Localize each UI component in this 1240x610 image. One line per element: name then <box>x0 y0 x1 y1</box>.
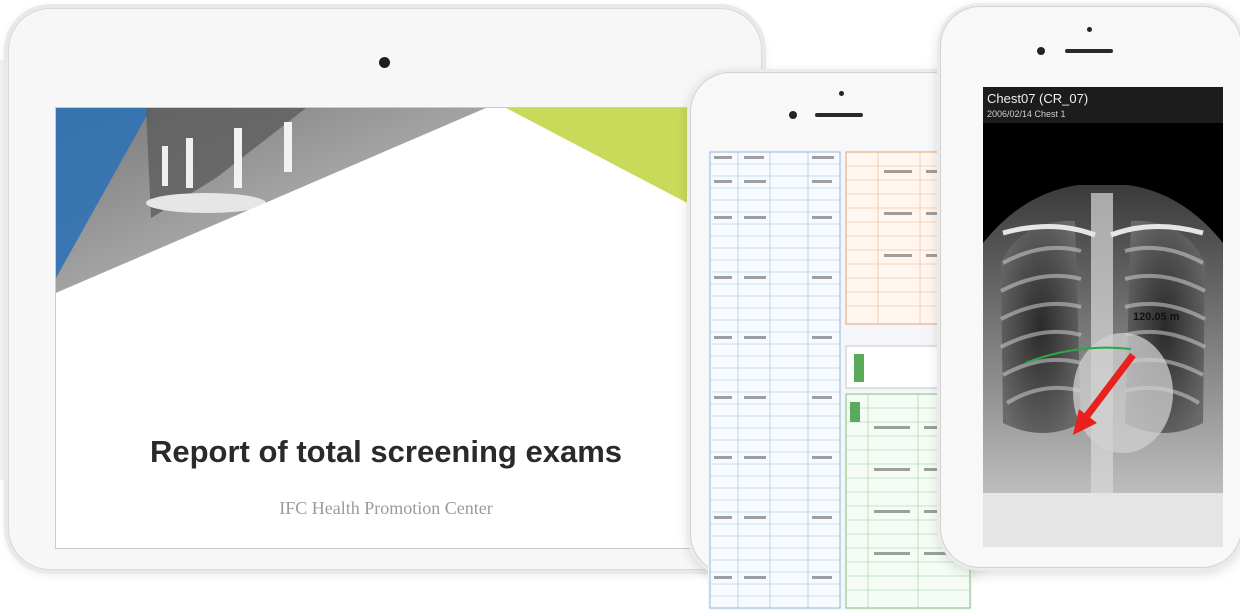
phone-sensor <box>839 91 844 96</box>
phone-speaker <box>1065 49 1113 53</box>
xray-viewer-screen: Chest07 (CR_07) 2006/02/14 Chest 1 120.0… <box>983 87 1223 547</box>
phone-speaker <box>815 113 863 117</box>
report-cover-graphic <box>56 108 716 548</box>
phone-camera <box>789 111 797 119</box>
report-subtitle: IFC Health Promotion Center <box>279 498 493 518</box>
ipad-camera <box>379 57 390 68</box>
phone-sensor <box>1087 27 1092 32</box>
phone-xray-device: Chest07 (CR_07) 2006/02/14 Chest 1 120.0… <box>940 6 1240 568</box>
study-title: Chest07 (CR_07) <box>987 91 1089 106</box>
ipad-screen: Report of total screening exams IFC Heal… <box>55 107 717 549</box>
study-subtitle: 2006/02/14 Chest 1 <box>987 109 1066 119</box>
phone-camera <box>1037 47 1045 55</box>
chest-xray-image[interactable] <box>983 123 1223 547</box>
viewer-header: Chest07 (CR_07) 2006/02/14 Chest 1 <box>983 87 1223 123</box>
scanned-report-page <box>708 150 972 610</box>
report-title: Report of total screening exams <box>149 434 622 469</box>
ipad-device: Report of total screening exams IFC Heal… <box>8 8 762 570</box>
measurement-label: 120.05 m <box>1133 311 1180 323</box>
scanned-report-image <box>708 150 972 610</box>
